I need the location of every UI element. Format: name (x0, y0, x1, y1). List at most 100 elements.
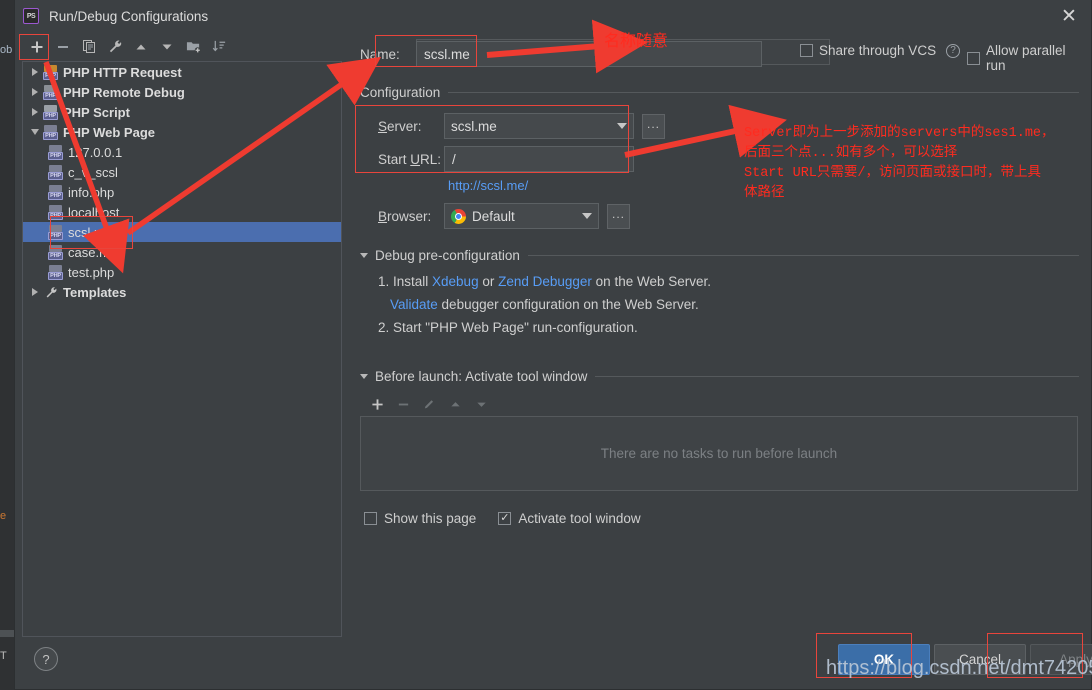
share-through-vcs-checkbox[interactable] (800, 44, 813, 57)
tree-item[interactable]: PHP c_v_scsl (23, 162, 341, 182)
section-divider (527, 255, 1079, 256)
wrench-icon[interactable] (102, 35, 128, 59)
screenshot-root: ob e T PS Run/Debug Configurations ✕ PHP… (0, 0, 1092, 690)
tree-item-label: scsl.me (68, 224, 113, 240)
chevron-down-icon[interactable] (27, 129, 43, 135)
php-web-icon: PHP (43, 124, 59, 140)
preview-url-link[interactable]: http://scsl.me/ (448, 178, 528, 193)
run-debug-configurations-dialog: PS Run/Debug Configurations ✕ PHP PHP HT… (14, 0, 1092, 690)
tree-item-label: PHP Script (63, 104, 130, 120)
xdebug-link[interactable]: Xdebug (432, 274, 479, 289)
remove-button[interactable] (50, 35, 76, 59)
tree-item[interactable]: PHP PHP Remote Debug (23, 82, 341, 102)
ok-button[interactable]: OK (838, 644, 930, 675)
tree-item[interactable]: PHP 127.0.0.1 (23, 142, 341, 162)
pencil-icon (418, 393, 440, 415)
before-launch-header[interactable]: Before launch: Activate tool window (360, 369, 1092, 384)
browser-label: Browser: (378, 208, 432, 224)
before-launch-toolbar (366, 393, 492, 415)
php-web-icon: PHP (48, 164, 64, 180)
section-divider (595, 376, 1079, 377)
move-up-button[interactable] (128, 35, 154, 59)
wrench-icon (43, 286, 59, 299)
chevron-right-icon[interactable] (27, 68, 43, 76)
configurations-panel: PHP PHP HTTP Request PHP PHP Remote Debug PH… (22, 33, 342, 637)
tree-item[interactable]: PHP PHP HTTP Request (23, 62, 341, 82)
sort-button[interactable] (206, 35, 232, 59)
allow-parallel-run-checkbox[interactable] (967, 51, 980, 65)
chevron-down-icon (360, 374, 368, 379)
tree-item[interactable]: PHP PHP Web Page (23, 122, 341, 142)
help-button[interactable]: ? (34, 647, 58, 671)
section-divider (448, 92, 1079, 93)
php-web-icon: PHP (48, 224, 64, 240)
bg-text-fragment: e (0, 510, 7, 522)
tree-item-label: test.php (68, 264, 115, 280)
empty-task-message: There are no tasks to run before launch (600, 446, 838, 461)
zend-debugger-link[interactable]: Zend Debugger (498, 274, 592, 289)
phpstorm-icon: PS (23, 8, 39, 24)
browser-dropdown[interactable]: Default (444, 203, 599, 229)
chevron-right-icon[interactable] (27, 108, 43, 116)
add-button[interactable] (24, 35, 50, 59)
tree-item[interactable]: PHP test.php (23, 262, 341, 282)
validate-link[interactable]: Validate (390, 297, 438, 312)
php-web-icon: PHP (48, 264, 64, 280)
start-url-row: Start URL: (378, 146, 634, 172)
tree-item-label: info.php (68, 184, 115, 200)
activate-tool-window-label: Activate tool window (518, 511, 641, 526)
tree-item-label: localhost (68, 204, 120, 220)
chevron-right-icon[interactable] (27, 288, 43, 296)
tree-item[interactable]: PHP scsl.me (23, 222, 341, 242)
show-this-page-checkbox[interactable] (364, 512, 377, 525)
task-move-down-button (470, 393, 492, 415)
dialog-title: Run/Debug Configurations (49, 8, 209, 24)
copy-button[interactable] (76, 35, 102, 59)
allow-parallel-run-row: Allow parallel run (967, 43, 1085, 73)
php-web-icon: PHP (48, 204, 64, 220)
server-label: Server: (378, 118, 422, 134)
bottom-checkboxes: Show this page ✓ Activate tool window (364, 511, 641, 526)
add-task-button[interactable] (366, 393, 388, 415)
server-browse-button[interactable]: ... (642, 113, 665, 139)
tree-item-label: PHP HTTP Request (63, 64, 182, 80)
cancel-button[interactable]: Cancel (934, 644, 1026, 675)
php-http-icon: PHP (43, 64, 59, 80)
debug-preconfig-title: Debug pre-configuration (375, 248, 520, 263)
close-icon[interactable]: ✕ (1057, 4, 1081, 28)
name-input[interactable] (416, 41, 762, 67)
tree-item-label: 127.0.0.1 (68, 144, 123, 160)
chevron-right-icon[interactable] (27, 88, 43, 96)
dialog-title-bar: PS Run/Debug Configurations ✕ (15, 0, 1091, 32)
configurations-tree[interactable]: PHP PHP HTTP Request PHP PHP Remote Debug PH… (22, 61, 342, 637)
move-down-button[interactable] (154, 35, 180, 59)
apply-button[interactable]: Apply (1030, 644, 1092, 675)
show-this-page-label: Show this page (384, 511, 477, 526)
browser-row: Browser: Default ... (378, 203, 630, 229)
start-url-label: Start URL: (378, 151, 442, 167)
start-url-input[interactable] (444, 146, 634, 172)
server-value: scsl.me (451, 118, 497, 134)
new-folder-button[interactable] (180, 35, 206, 59)
before-launch-task-list[interactable]: There are no tasks to run before launch (360, 416, 1078, 491)
debug-validate-line: Validate debugger configuration on the W… (390, 297, 699, 312)
activate-tool-window-checkbox[interactable]: ✓ (498, 512, 512, 525)
tree-item[interactable]: PHP info.php (23, 182, 341, 202)
tree-item[interactable]: PHP case.me (23, 242, 341, 262)
tree-item[interactable]: PHP PHP Script (23, 102, 341, 122)
tree-item[interactable]: PHP localhost (23, 202, 341, 222)
debug-step-1-suffix: on the Web Server. (591, 274, 711, 289)
php-web-icon: PHP (48, 144, 64, 160)
debug-preconfig-header[interactable]: Debug pre-configuration (360, 248, 1092, 263)
debug-validate-suffix: debugger configuration on the Web Server… (437, 297, 699, 312)
name-label: Name: (360, 46, 400, 62)
bg-text-fragment: ob (0, 44, 13, 56)
debug-step-1-prefix: 1. Install (378, 274, 433, 289)
server-dropdown[interactable]: scsl.me (444, 113, 634, 139)
before-launch-title: Before launch: Activate tool window (375, 369, 588, 384)
debug-step-2: 2. Start "PHP Web Page" run-configuratio… (378, 320, 638, 335)
question-mark-icon[interactable]: ? (946, 43, 961, 58)
browser-browse-button[interactable]: ... (607, 203, 630, 229)
tree-item[interactable]: Templates (23, 282, 341, 302)
name-row: Name: (360, 39, 780, 69)
